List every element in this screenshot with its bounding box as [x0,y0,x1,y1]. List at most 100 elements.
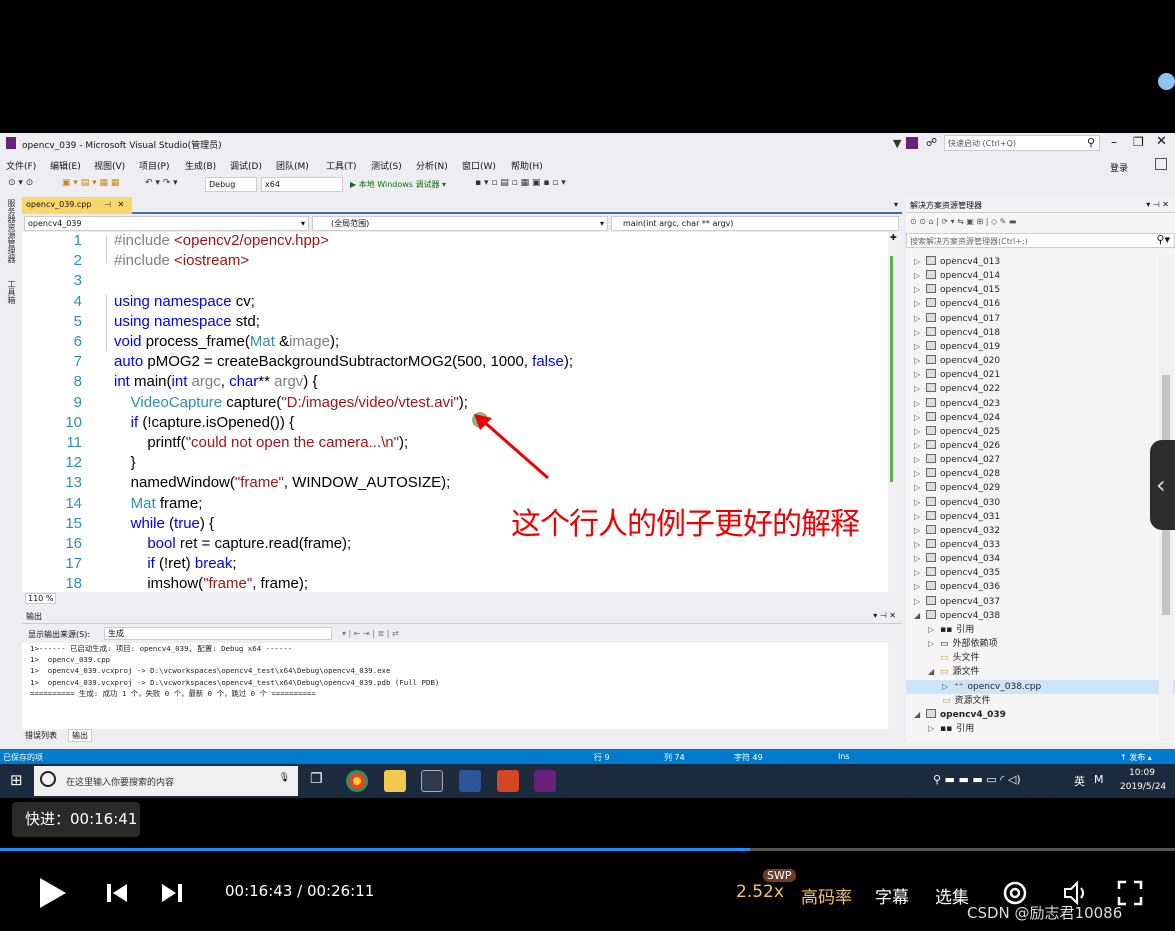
tree-item-project[interactable]: ▷ opencv4_025 [914,425,1000,439]
tree-item-project[interactable]: ▷ opencv4_034 [914,552,1000,566]
output-scrollbar[interactable] [888,643,902,739]
tree-item-project[interactable]: ▷ opencv4_020 [914,354,1000,368]
panel-controls-icon[interactable]: ▾ ⊣ ✕ [1146,200,1169,209]
task-view-icon[interactable]: ❐ [310,771,323,787]
calendar-icon[interactable] [421,770,443,792]
zoom-dropdown[interactable]: 110 % [25,593,57,604]
menu-window[interactable]: 窗口(W) [462,159,496,172]
menu-analyze[interactable]: 分析(N) [416,159,448,172]
new-project-icon[interactable]: ▣ ▾ ▤ ▾ ▦ ▦ [62,178,119,188]
microphone-icon[interactable]: 🎙 [279,773,290,783]
previous-icon[interactable] [105,882,129,904]
tab-output[interactable]: 输出 [68,729,92,742]
solution-search-input[interactable]: 搜索解决方案资源管理器(Ctrl+;) ⚲▾ [906,233,1175,248]
split-icon[interactable]: ✚ [890,233,897,242]
tree-item-project[interactable]: ▷ opencv4_029 [914,481,1000,495]
tray-icons[interactable]: ⚲ ▬ ▬ ▬ ▭ ◜ ◁) [933,773,1021,786]
tree-item-project[interactable]: ▷ opencv4_019 [914,340,1000,354]
tree-item-header-files[interactable]: ▭ 头文件 [928,651,980,665]
close-button[interactable]: ✕ [1156,134,1167,149]
output-toolbar-icons[interactable]: ▾ | ⇤ ⇥ | ≣ | ⇄ [342,629,399,638]
menu-test[interactable]: 测试(S) [371,159,402,172]
ime-language[interactable]: 英 [1074,773,1085,789]
windows-start-icon[interactable]: ⊞ [10,771,23,789]
undo-icon[interactable]: ↶ ▾ ↷ ▾ [145,178,178,188]
taskbar-search-box[interactable]: 在这里输入你要搜索的内容 🎙 [34,766,298,796]
tree-item-project[interactable]: ▷ opencv4_023 [914,397,1000,411]
visual-studio-icon[interactable] [534,770,556,792]
toolbox-tab[interactable]: 工具箱 [6,280,17,304]
restore-button[interactable]: ❐ [1133,135,1144,149]
tree-item-project[interactable]: ▷ opencv4_024 [914,411,1000,425]
login-link[interactable]: 登录 [1110,161,1128,174]
tree-item-project[interactable]: ▷ opencv4_031 [914,510,1000,524]
tree-item-project[interactable]: ▷ opencv4_033 [914,538,1000,552]
scope-dropdown[interactable]: (全局范围) ▾ [312,216,608,231]
function-dropdown[interactable]: main(int argc, char ** argv) [611,216,899,231]
server-explorer-tab[interactable]: 服务器资源管理器 [6,199,17,263]
ime-mode-icon[interactable]: M [1094,773,1104,786]
tree-item-project[interactable]: ▷ opencv4_037 [914,595,1000,609]
tab-close-icon[interactable]: ✕ [118,200,125,209]
tree-item-project[interactable]: ▷ opencv4_027 [914,453,1000,467]
tree-item-project[interactable]: ▷ opencv4_014 [914,269,1000,283]
tree-item-startup-project[interactable]: ◢ opencv4_039 [914,708,1006,722]
toolbar-extra-icons[interactable]: ▪ ▾ ▫ ▤ ▫ ▦ ▣ ▪ ▫ ▾ [475,178,566,188]
tree-item-source-files[interactable]: ◢ ▭ 源文件 [928,665,980,679]
menu-view[interactable]: 视图(V) [94,159,125,172]
speed-button[interactable]: 2.52x [736,882,784,902]
config-dropdown[interactable]: Debug [205,177,257,192]
notification-icon[interactable] [906,137,918,149]
menu-build[interactable]: 生成(B) [185,159,216,172]
publish-button[interactable]: ↑ 发布 ▴ [1120,752,1152,763]
menu-file[interactable]: 文件(F) [6,159,36,172]
tree-item-project[interactable]: ▷ opencv4_018 [914,326,1000,340]
tree-item-references[interactable]: ▷ ▪▪ 引用 [928,722,974,736]
tree-item-project[interactable]: ▷ opencv4_015 [914,283,1000,297]
tree-item-project[interactable]: ▷ opencv4_021 [914,368,1000,382]
tree-item-project[interactable]: ▷ opencv4_026 [914,439,1000,453]
menu-tools[interactable]: 工具(T) [326,159,357,172]
side-panel-toggle[interactable]: ‹ [1150,440,1175,530]
tree-item-resource-files[interactable]: ▭ 资源文件 [942,694,991,708]
episodes-button[interactable]: 选集 [935,883,969,908]
filter-icon[interactable]: ▼ [893,137,901,150]
menu-team[interactable]: 团队(M) [276,159,309,172]
tab-opencv-039-cpp[interactable]: opencv_039.cpp ⊣ ✕ [22,197,132,214]
file-explorer-icon[interactable] [384,770,406,792]
word-icon[interactable] [459,770,481,792]
editor-scrollbar[interactable]: ✚ [888,232,902,592]
avatar[interactable] [1158,73,1175,90]
play-icon[interactable] [38,876,68,910]
output-text-area[interactable]: 1>------ 已启动生成: 项目: opencv4_039, 配置: Deb… [22,643,888,739]
panel-controls-icon[interactable]: ▾ ⊣ ✕ [873,611,896,620]
minimize-button[interactable]: – [1111,135,1117,149]
tree-item-project[interactable]: ◢ opencv4_038 [914,609,1000,623]
output-source-dropdown[interactable]: 生成 [104,627,332,640]
tree-item-file-selected[interactable]: ▷ ⁺⁺ opencv_038.cpp [906,679,1175,694]
se-toolbar-icons[interactable]: ⊙ ⊙ ⌂ | ⟳ ▾ ⇆ ▣ ⊞ | ◇ ✎ ▬ [910,217,1017,226]
back-forward-icon[interactable]: ⊙ ▾ ⊙ [8,178,33,188]
next-icon[interactable] [160,882,184,904]
tree-item-external-deps[interactable]: ▷ ▭ 外部依赖项 [928,637,998,651]
tree-item-project[interactable]: ▷ opencv4_030 [914,496,1000,510]
menu-project[interactable]: 项目(P) [139,159,169,172]
tab-error-list[interactable]: 错误列表 [25,730,57,741]
platform-dropdown[interactable]: x64 [261,177,343,192]
pin-icon[interactable]: ⊣ [104,200,111,209]
tree-item-project[interactable]: ▷ opencv4_016 [914,297,1000,311]
tree-item-references[interactable]: ▷ ▪▪ 引用 [928,623,974,637]
quality-button[interactable]: 高码率 [801,883,852,908]
tree-item-project[interactable]: ▷ opencv4_032 [914,524,1000,538]
account-icon[interactable] [1155,158,1167,170]
feedback-icon[interactable]: ☍ [926,136,937,149]
start-debug-button[interactable]: ▶ 本地 Windows 调试器 ▾ [350,179,446,190]
tree-item-project[interactable]: ▷ opencv4_017 [914,312,1000,326]
menu-debug[interactable]: 调试(D) [230,159,262,172]
quick-launch-input[interactable]: 快速启动 (Ctrl+Q) ⚲ [944,135,1100,151]
subtitle-button[interactable]: 字幕 [875,883,909,908]
powerpoint-icon[interactable] [497,770,519,792]
chrome-icon[interactable] [346,770,368,792]
tree-item-project[interactable]: ▷ opencv4_028 [914,467,1000,481]
menu-help[interactable]: 帮助(H) [511,159,543,172]
